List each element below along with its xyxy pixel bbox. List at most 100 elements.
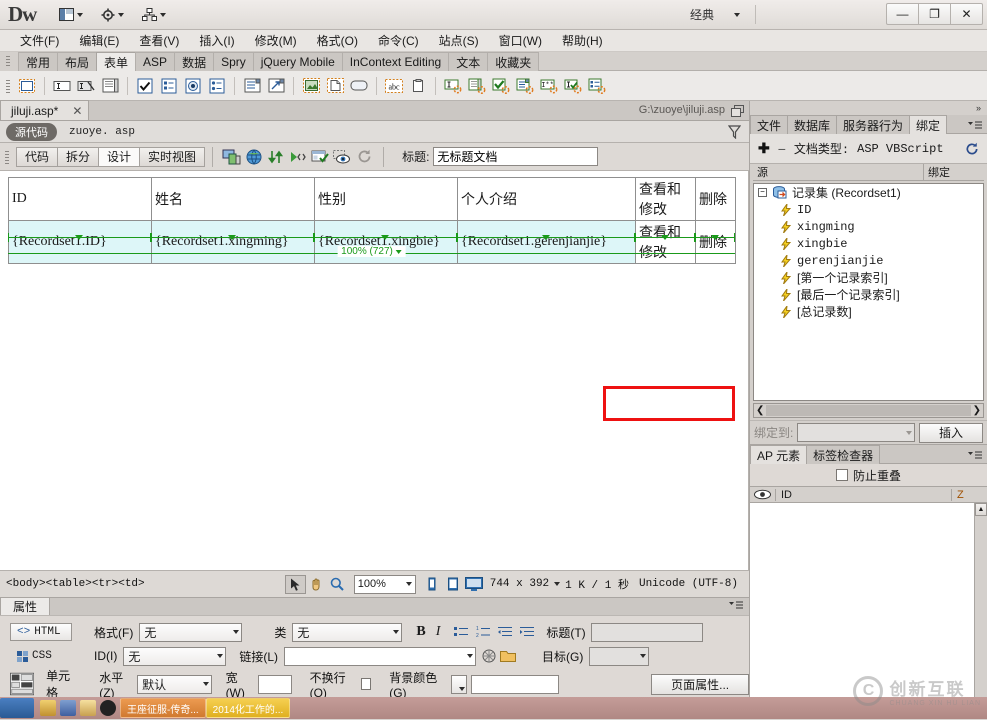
workspace-label[interactable]: 经典 — [690, 6, 714, 23]
view-button-split[interactable]: 拆分 — [57, 146, 100, 167]
spry-password-icon[interactable]: I** — [538, 75, 560, 97]
text-field-icon[interactable] — [51, 75, 73, 97]
menu-window[interactable]: 窗口(W) — [489, 30, 552, 51]
fieldset-icon[interactable] — [407, 75, 429, 97]
css-mode-button[interactable]: CSS — [10, 647, 72, 665]
menu-help[interactable]: 帮助(H) — [552, 30, 613, 51]
table-width-badge[interactable]: 100% (727) — [337, 246, 406, 257]
chevron-down-icon[interactable] — [554, 582, 561, 586]
button-icon[interactable] — [348, 75, 370, 97]
menu-edit[interactable]: 编辑(E) — [69, 30, 129, 51]
link-select[interactable] — [284, 646, 476, 666]
header-cell-gender[interactable]: 性别 — [314, 177, 458, 221]
ap-col-z[interactable]: Z — [951, 488, 987, 501]
italic-button[interactable]: I — [436, 624, 441, 640]
view-button-code[interactable]: 代码 — [16, 146, 59, 167]
insert-tab-layout[interactable]: 布局 — [57, 52, 98, 71]
file-transfer-icon[interactable] — [265, 146, 287, 168]
spry-confirm-icon[interactable] — [562, 75, 584, 97]
insert-tab-spry[interactable]: Spry — [213, 52, 254, 71]
insert-tab-text[interactable]: 文本 — [448, 52, 489, 71]
design-canvas[interactable]: ID 姓名 性别 个人介绍 查看和修改 删除 {Recordset1.ID} {… — [0, 171, 749, 570]
taskbar-window-2[interactable]: 2014化工作的... — [205, 698, 291, 718]
radio-group-icon[interactable] — [206, 75, 228, 97]
prevent-overlap-checkbox[interactable] — [835, 469, 848, 481]
width-input[interactable] — [257, 674, 292, 694]
menu-view[interactable]: 查看(V) — [129, 30, 189, 51]
hidden-field-icon[interactable] — [75, 75, 97, 97]
image-field-icon[interactable] — [300, 75, 322, 97]
workspace-chevron-down-icon[interactable] — [734, 13, 740, 17]
panel-menu-icon[interactable] — [968, 121, 982, 131]
close-icon[interactable]: ✕ — [72, 104, 82, 118]
insert-tab-data[interactable]: 数据 — [174, 52, 215, 71]
close-button[interactable]: ✕ — [950, 3, 983, 25]
checkbox-icon[interactable] — [134, 75, 156, 97]
id-select[interactable]: 无 — [123, 646, 227, 666]
scroll-left-icon[interactable]: ❮ — [756, 405, 764, 416]
select-arrow-icon[interactable] — [284, 574, 306, 594]
insert-button[interactable]: 插入 — [919, 422, 983, 443]
preview-browser-icon[interactable] — [243, 146, 265, 168]
folder-icon[interactable] — [40, 700, 56, 716]
taskbar-window-1[interactable]: 王座征服-传奇... — [120, 698, 206, 718]
table-total-width-ruler[interactable]: 100% (727) — [8, 246, 735, 260]
panel-menu-icon[interactable] — [968, 451, 982, 461]
scroll-up-icon[interactable]: ▲ — [975, 503, 987, 516]
tab-files[interactable]: 文件 — [750, 115, 789, 134]
bindings-tree[interactable]: − 记录集 (Recordset1) ID xingming xingbie g… — [753, 183, 984, 401]
tab-bindings[interactable]: 绑定 — [909, 115, 948, 134]
restore-window-icon[interactable] — [731, 105, 744, 117]
bgcolor-swatch[interactable] — [450, 674, 468, 694]
tablet-size-icon[interactable] — [443, 574, 464, 594]
header-cell-id[interactable]: ID — [8, 177, 152, 221]
insert-tab-favorites[interactable]: 收藏夹 — [487, 52, 540, 71]
textarea-icon[interactable] — [99, 75, 121, 97]
bindings-horizontal-scrollbar[interactable]: ❮ ❯ — [753, 403, 984, 418]
filter-funnel-icon[interactable] — [728, 125, 741, 139]
nowrap-checkbox[interactable] — [360, 678, 372, 690]
tab-tag-inspector[interactable]: 标签检查器 — [806, 445, 881, 464]
tree-field-id[interactable]: ID — [754, 201, 983, 218]
window-dimensions[interactable]: 744 x 392 — [490, 578, 549, 590]
column-ruler-row[interactable] — [8, 231, 735, 243]
tree-field-gerenjianjie[interactable]: gerenjianjie — [754, 252, 983, 269]
panel-menu-icon[interactable] — [729, 601, 743, 611]
document-title-input[interactable] — [433, 147, 599, 166]
menu-format[interactable]: 格式(O) — [307, 30, 368, 51]
tree-field-last-index[interactable]: [最后一个记录索引] — [754, 286, 983, 303]
minimize-button[interactable]: — — [886, 3, 919, 25]
qq-icon[interactable] — [100, 700, 116, 716]
site-tree-icon[interactable] — [135, 4, 173, 25]
expand-panels-icon[interactable]: » — [976, 103, 981, 113]
spry-checkbox-icon[interactable] — [490, 75, 512, 97]
format-select[interactable]: 无 — [139, 622, 243, 642]
header-cell-name[interactable]: 姓名 — [151, 177, 315, 221]
list-menu-icon[interactable] — [241, 75, 263, 97]
scrollbar-thumb[interactable] — [766, 405, 971, 416]
tab-server-behaviors[interactable]: 服务器行为 — [836, 115, 911, 134]
inspect-icon[interactable] — [309, 146, 331, 168]
point-to-file-icon[interactable] — [482, 649, 496, 663]
browser-icon[interactable] — [60, 700, 76, 716]
start-button[interactable] — [0, 698, 34, 718]
gear-icon[interactable] — [94, 4, 131, 26]
browse-folder-icon[interactable] — [500, 650, 516, 663]
header-cell-delete[interactable]: 删除 — [695, 177, 736, 221]
menu-site[interactable]: 站点(S) — [429, 30, 489, 51]
source-file-label[interactable]: zuoye. asp — [69, 126, 135, 138]
insert-tab-incontext-editing[interactable]: InContext Editing — [341, 52, 450, 71]
tab-databases[interactable]: 数据库 — [787, 115, 838, 134]
page-properties-button[interactable]: 页面属性... — [651, 673, 749, 695]
tab-ap-elements[interactable]: AP 元素 — [750, 445, 808, 464]
insert-tab-jquery-mobile[interactable]: jQuery Mobile — [252, 52, 343, 71]
tag-selector[interactable]: <body><table><tr><td> — [6, 578, 285, 590]
file-field-icon[interactable] — [324, 75, 346, 97]
bold-button[interactable]: B — [416, 624, 425, 640]
eye-icon[interactable] — [754, 489, 771, 500]
label-icon[interactable]: abc — [383, 75, 405, 97]
minus-icon[interactable]: − — [778, 141, 786, 157]
drag-grip-icon[interactable] — [5, 151, 9, 164]
unordered-list-icon[interactable] — [454, 626, 469, 638]
hand-icon[interactable] — [306, 574, 327, 594]
